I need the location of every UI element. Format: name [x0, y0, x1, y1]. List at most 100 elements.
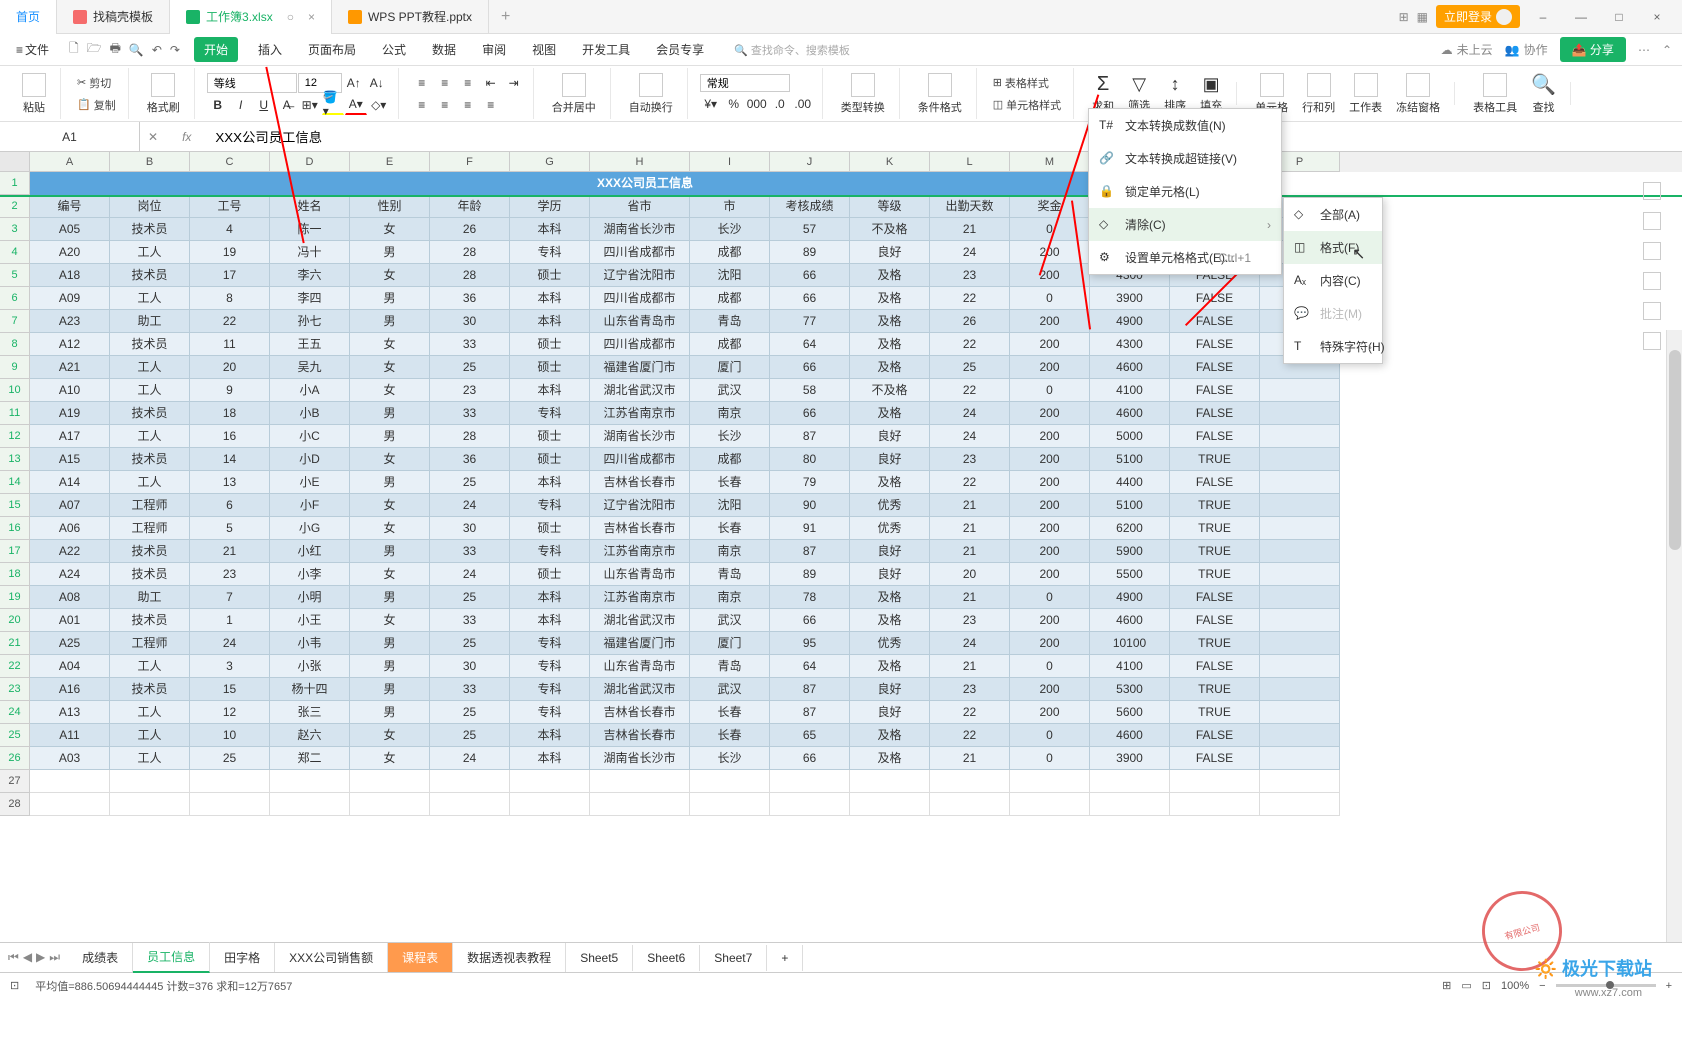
empty-cell[interactable]: [1010, 793, 1090, 816]
window-close-button[interactable]: ×: [1642, 10, 1672, 24]
empty-cell[interactable]: [690, 770, 770, 793]
data-cell[interactable]: 200: [1010, 264, 1090, 287]
data-cell[interactable]: 26: [930, 310, 1010, 333]
empty-cell[interactable]: [1170, 770, 1260, 793]
col-header-G[interactable]: G: [510, 152, 590, 172]
data-cell[interactable]: 24: [930, 425, 1010, 448]
row-header-14[interactable]: 14: [0, 471, 30, 494]
header-cell[interactable]: 出勤天数: [930, 195, 1010, 218]
header-cell[interactable]: 市: [690, 195, 770, 218]
data-cell[interactable]: 南京: [690, 540, 770, 563]
data-cell[interactable]: 200: [1010, 425, 1090, 448]
data-cell[interactable]: 20: [930, 563, 1010, 586]
data-cell[interactable]: 小F: [270, 494, 350, 517]
data-cell[interactable]: 10: [190, 724, 270, 747]
sheet-tab-7[interactable]: Sheet5: [566, 945, 633, 971]
data-cell[interactable]: 33: [430, 678, 510, 701]
data-cell[interactable]: TRUE: [1170, 517, 1260, 540]
data-cell[interactable]: 30: [430, 517, 510, 540]
data-cell[interactable]: 65: [770, 724, 850, 747]
ctx-text-to-number[interactable]: T#文本转换成数值(N): [1089, 109, 1281, 142]
data-cell[interactable]: 22: [930, 287, 1010, 310]
data-cell[interactable]: FALSE: [1170, 724, 1260, 747]
data-cell[interactable]: [1260, 379, 1340, 402]
data-cell[interactable]: A13: [30, 701, 110, 724]
data-cell[interactable]: 66: [770, 747, 850, 770]
data-cell[interactable]: FALSE: [1170, 333, 1260, 356]
data-cell[interactable]: 陈一: [270, 218, 350, 241]
data-cell[interactable]: A08: [30, 586, 110, 609]
data-cell[interactable]: 长春: [690, 724, 770, 747]
data-cell[interactable]: 技术员: [110, 678, 190, 701]
fx-icon[interactable]: fx: [166, 130, 207, 144]
row-header-18[interactable]: 18: [0, 563, 30, 586]
tab-template[interactable]: 找稿壳模板: [57, 0, 170, 34]
data-cell[interactable]: A14: [30, 471, 110, 494]
header-cell[interactable]: 性别: [350, 195, 430, 218]
row-header-11[interactable]: 11: [0, 402, 30, 425]
cancel-icon[interactable]: ✕: [140, 130, 166, 144]
data-cell[interactable]: 本科: [510, 747, 590, 770]
data-cell[interactable]: 硕士: [510, 333, 590, 356]
row-header-15[interactable]: 15: [0, 494, 30, 517]
data-cell[interactable]: 及格: [850, 287, 930, 310]
empty-cell[interactable]: [1010, 770, 1090, 793]
menu-review[interactable]: 审阅: [476, 37, 512, 62]
data-cell[interactable]: 58: [770, 379, 850, 402]
data-cell[interactable]: 李四: [270, 287, 350, 310]
data-cell[interactable]: 20: [190, 356, 270, 379]
data-cell[interactable]: 1: [190, 609, 270, 632]
data-cell[interactable]: 77: [770, 310, 850, 333]
empty-cell[interactable]: [770, 793, 850, 816]
align-bot-icon[interactable]: ≡: [457, 73, 479, 93]
clear-fmt-button[interactable]: ◇▾: [368, 95, 390, 115]
font-select[interactable]: [207, 73, 297, 93]
data-cell[interactable]: 长春: [690, 701, 770, 724]
data-cell[interactable]: [1260, 563, 1340, 586]
col-header-E[interactable]: E: [350, 152, 430, 172]
data-cell[interactable]: 男: [350, 402, 430, 425]
data-cell[interactable]: 小D: [270, 448, 350, 471]
data-cell[interactable]: 及格: [850, 264, 930, 287]
data-cell[interactable]: 91: [770, 517, 850, 540]
empty-cell[interactable]: [1260, 770, 1340, 793]
data-cell[interactable]: 及格: [850, 655, 930, 678]
data-cell[interactable]: 本科: [510, 724, 590, 747]
data-cell[interactable]: 硕士: [510, 448, 590, 471]
data-cell[interactable]: 87: [770, 678, 850, 701]
data-cell[interactable]: 0: [1010, 379, 1090, 402]
data-cell[interactable]: 小张: [270, 655, 350, 678]
worksheet-button[interactable]: 工作表: [1343, 71, 1388, 117]
name-box[interactable]: A1: [0, 122, 140, 151]
data-cell[interactable]: 工人: [110, 471, 190, 494]
data-cell[interactable]: 良好: [850, 540, 930, 563]
menu-member[interactable]: 会员专享: [650, 37, 710, 62]
format-painter-button[interactable]: 格式刷: [141, 71, 186, 117]
data-cell[interactable]: 200: [1010, 356, 1090, 379]
data-cell[interactable]: 本科: [510, 379, 590, 402]
data-cell[interactable]: 87: [770, 701, 850, 724]
data-cell[interactable]: A15: [30, 448, 110, 471]
data-cell[interactable]: TRUE: [1170, 494, 1260, 517]
empty-cell[interactable]: [30, 793, 110, 816]
data-cell[interactable]: 女: [350, 563, 430, 586]
data-cell[interactable]: 良好: [850, 701, 930, 724]
data-cell[interactable]: 24: [430, 747, 510, 770]
data-cell[interactable]: 小王: [270, 609, 350, 632]
data-cell[interactable]: 33: [430, 402, 510, 425]
data-cell[interactable]: 男: [350, 586, 430, 609]
undo-icon[interactable]: ↶: [152, 43, 162, 57]
data-cell[interactable]: 良好: [850, 241, 930, 264]
empty-cell[interactable]: [850, 793, 930, 816]
data-cell[interactable]: 及格: [850, 356, 930, 379]
data-cell[interactable]: 武汉: [690, 609, 770, 632]
dash-icon[interactable]: ‒: [1528, 10, 1558, 24]
data-cell[interactable]: [1260, 747, 1340, 770]
data-cell[interactable]: 4600: [1090, 402, 1170, 425]
data-cell[interactable]: FALSE: [1170, 747, 1260, 770]
empty-cell[interactable]: [690, 793, 770, 816]
align-left-icon[interactable]: ≡: [411, 95, 433, 115]
data-cell[interactable]: 硕士: [510, 425, 590, 448]
data-cell[interactable]: 武汉: [690, 678, 770, 701]
data-cell[interactable]: 专科: [510, 678, 590, 701]
